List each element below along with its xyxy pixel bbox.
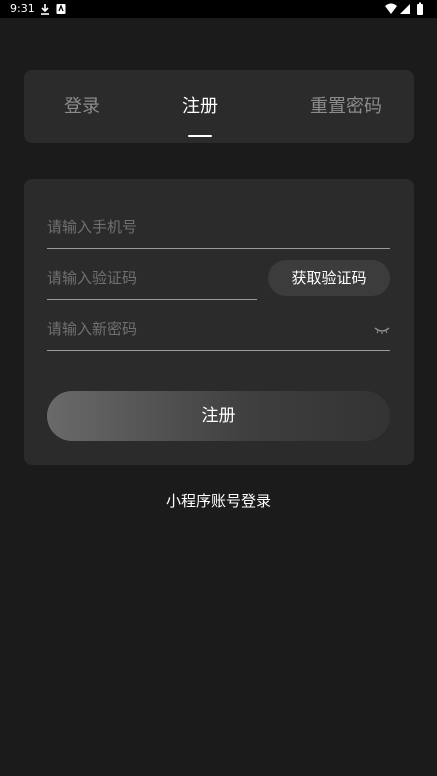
tabs-card: 登录 注册 重置密码	[24, 70, 414, 143]
password-input[interactable]	[47, 310, 357, 348]
tab-register[interactable]: 注册	[154, 70, 246, 143]
notification-icon	[56, 3, 66, 21]
register-submit-button[interactable]: 注册	[47, 391, 390, 441]
get-code-button[interactable]: 获取验证码	[268, 260, 390, 296]
status-bar: 9:31	[0, 0, 437, 18]
active-tab-indicator	[188, 135, 212, 137]
status-time: 9:31	[10, 2, 35, 15]
battery-icon	[417, 2, 423, 15]
eye-closed-icon[interactable]	[374, 322, 390, 334]
code-field	[47, 259, 257, 300]
status-right-icons	[384, 2, 429, 16]
phone-input[interactable]	[47, 208, 390, 246]
download-icon	[40, 3, 50, 21]
tab-login[interactable]: 登录	[34, 70, 130, 143]
code-input[interactable]	[47, 259, 257, 297]
signal-icon	[400, 4, 410, 14]
wifi-icon	[385, 3, 397, 14]
tab-reset-password[interactable]: 重置密码	[286, 70, 406, 143]
register-screen: 9:31 登录 注册 重置密码 请输入手机号 请输入验证码 获取验证码 注册 小…	[0, 0, 437, 776]
phone-field	[47, 208, 390, 249]
mini-program-login-link[interactable]: 小程序账号登录	[0, 490, 437, 511]
password-field	[47, 310, 390, 351]
register-form-card: 获取验证码 注册	[24, 179, 414, 465]
